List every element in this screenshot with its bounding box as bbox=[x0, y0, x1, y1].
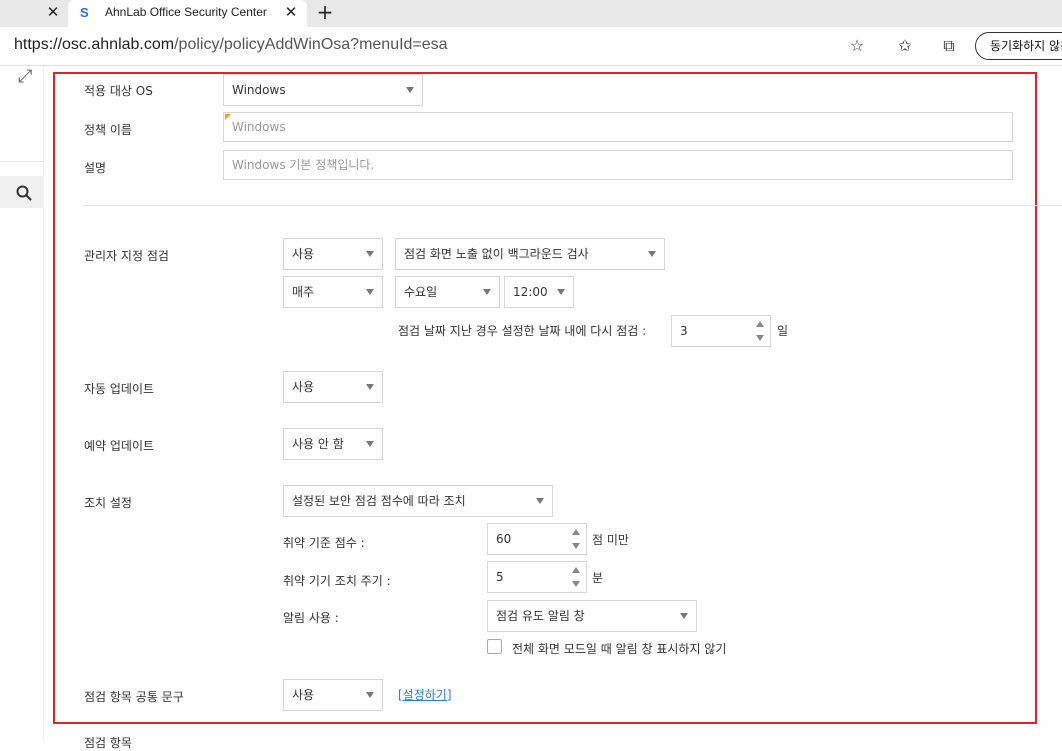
settings-link[interactable]: [설정하기] bbox=[398, 686, 452, 703]
required-marker-icon bbox=[225, 114, 231, 120]
favorites-icon[interactable]: ✩ bbox=[894, 35, 916, 57]
common-phrase-label: 점검 항목 공통 문구 bbox=[84, 690, 184, 704]
fullscreen-checkbox[interactable] bbox=[487, 639, 502, 654]
scan-time-select[interactable]: 12:00 bbox=[504, 276, 574, 308]
threshold-label: 취약 기준 점수 : bbox=[283, 536, 365, 550]
admin-scan-label: 관리자 지정 점검 bbox=[84, 249, 169, 263]
scan-day-select[interactable]: 수요일 bbox=[395, 276, 500, 308]
add-favorite-icon[interactable]: ☆ bbox=[846, 35, 868, 57]
alert-select[interactable]: 점검 유도 알림 창 bbox=[487, 600, 697, 632]
chevron-down-icon bbox=[366, 384, 374, 390]
left-sidebar: ⤢ bbox=[0, 66, 44, 742]
auto-update-label: 자동 업데이트 bbox=[84, 382, 155, 396]
new-tab-icon[interactable]: + bbox=[314, 1, 336, 23]
threshold-stepper[interactable]: 60 bbox=[487, 523, 587, 555]
admin-scan-mode-select[interactable]: 점검 화면 노출 없이 백그라운드 검사 bbox=[395, 238, 665, 270]
collections-icon[interactable]: ⧉ bbox=[938, 35, 960, 57]
scan-period-value: 매주 bbox=[292, 285, 315, 299]
sidebar-divider bbox=[0, 161, 44, 162]
admin-scan-enable-select[interactable]: 사용 bbox=[283, 238, 383, 270]
description-label: 설명 bbox=[84, 161, 107, 175]
chevron-down-icon bbox=[557, 289, 565, 295]
tab-bar: ✕ S AhnLab Office Security Center ✕ + bbox=[0, 0, 1062, 27]
rescan-label: 점검 날짜 지난 경우 설정한 날짜 내에 다시 점검 : bbox=[398, 324, 647, 338]
threshold-unit: 점 미만 bbox=[592, 533, 629, 547]
section-divider bbox=[83, 205, 1062, 206]
common-phrase-select[interactable]: 사용 bbox=[283, 679, 383, 711]
threshold-value: 60 bbox=[496, 532, 512, 546]
scheduled-update-select[interactable]: 사용 안 함 bbox=[283, 428, 383, 460]
alert-value: 점검 유도 알림 창 bbox=[496, 609, 585, 623]
policy-name-label: 정책 이름 bbox=[84, 123, 132, 137]
chevron-down-icon bbox=[483, 289, 491, 295]
browser-tab[interactable]: S AhnLab Office Security Center ✕ bbox=[68, 0, 307, 27]
chevron-down-icon bbox=[366, 251, 374, 257]
cycle-stepper[interactable]: 5 bbox=[487, 561, 587, 593]
url-field[interactable]: https://osc.ahnlab.com/policy/policyAddW… bbox=[14, 36, 448, 54]
chevron-down-icon bbox=[366, 692, 374, 698]
scheduled-update-label: 예약 업데이트 bbox=[84, 439, 155, 453]
policy-name-input[interactable]: Windows bbox=[223, 112, 1013, 142]
fullscreen-label: 전체 화면 모드일 때 알림 창 표시하지 않기 bbox=[512, 642, 727, 656]
rescan-days-stepper[interactable]: 3 bbox=[671, 315, 771, 347]
chevron-down-icon bbox=[680, 613, 688, 619]
auto-update-select[interactable]: 사용 bbox=[283, 371, 383, 403]
action-label: 조치 설정 bbox=[84, 496, 132, 510]
spin-down-icon[interactable] bbox=[572, 581, 580, 587]
chevron-down-icon bbox=[648, 251, 656, 257]
url-path: /policy/policyAddWinOsa?menuId=esa bbox=[174, 36, 448, 53]
spin-down-icon[interactable] bbox=[756, 335, 764, 341]
spin-up-icon[interactable] bbox=[756, 321, 764, 327]
rescan-unit: 일 bbox=[777, 324, 789, 338]
os-label: 적용 대상 OS bbox=[84, 84, 153, 98]
description-value: Windows 기본 정책입니다. bbox=[232, 158, 375, 172]
admin-scan-mode-value: 점검 화면 노출 없이 백그라운드 검사 bbox=[404, 247, 589, 261]
chevron-down-icon bbox=[406, 87, 414, 93]
expand-icon[interactable]: ⤢ bbox=[18, 66, 32, 87]
chevron-down-icon bbox=[366, 441, 374, 447]
url-host: https://osc.ahnlab.com bbox=[14, 36, 175, 53]
cycle-unit: 분 bbox=[592, 571, 604, 585]
close-icon[interactable]: ✕ bbox=[44, 3, 62, 21]
scan-day-value: 수요일 bbox=[404, 285, 438, 299]
spin-up-icon[interactable] bbox=[572, 529, 580, 535]
action-value: 설정된 보안 점검 점수에 따라 조치 bbox=[292, 494, 466, 508]
admin-scan-enable-value: 사용 bbox=[292, 247, 315, 261]
spin-up-icon[interactable] bbox=[572, 567, 580, 573]
address-bar: https://osc.ahnlab.com/policy/policyAddW… bbox=[0, 27, 1062, 66]
chevron-down-icon bbox=[366, 289, 374, 295]
chevron-down-icon bbox=[536, 498, 544, 504]
search-button[interactable] bbox=[0, 176, 44, 208]
rescan-days-value: 3 bbox=[680, 324, 688, 338]
cycle-value: 5 bbox=[496, 570, 504, 584]
tab-close-icon[interactable]: ✕ bbox=[282, 3, 300, 21]
sync-button[interactable]: 동기화하지 않음 bbox=[975, 32, 1062, 60]
scheduled-update-value: 사용 안 함 bbox=[292, 437, 344, 451]
description-input[interactable]: Windows 기본 정책입니다. bbox=[223, 150, 1013, 180]
common-phrase-value: 사용 bbox=[292, 688, 315, 702]
auto-update-value: 사용 bbox=[292, 380, 315, 394]
os-select[interactable]: Windows bbox=[223, 74, 423, 106]
next-section-label: 점검 항목 bbox=[84, 736, 132, 750]
search-icon bbox=[16, 185, 32, 201]
policy-name-value: Windows bbox=[232, 120, 286, 134]
alert-label: 알림 사용 : bbox=[283, 611, 339, 625]
tab-title: AhnLab Office Security Center bbox=[105, 5, 267, 19]
scan-period-select[interactable]: 매주 bbox=[283, 276, 383, 308]
scan-time-value: 12:00 bbox=[513, 285, 548, 299]
action-select[interactable]: 설정된 보안 점검 점수에 따라 조치 bbox=[283, 485, 553, 517]
os-select-value: Windows bbox=[232, 83, 286, 97]
favicon-icon: S bbox=[80, 5, 89, 20]
spin-down-icon[interactable] bbox=[572, 543, 580, 549]
cycle-label: 취약 기기 조치 주기 : bbox=[283, 574, 391, 588]
